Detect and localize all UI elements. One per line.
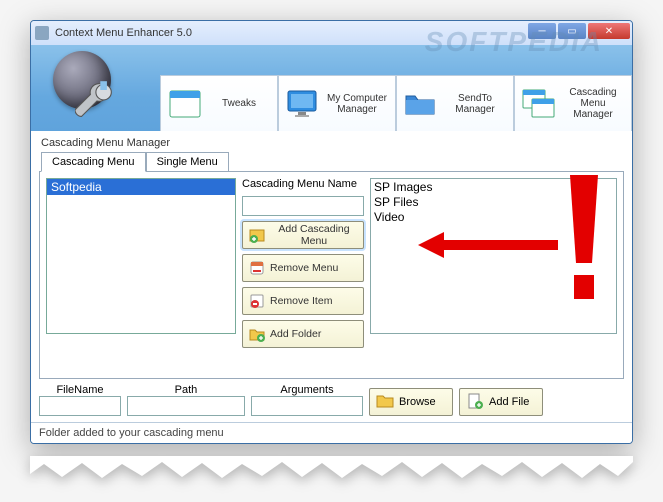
main-panel: Softpedia Cascading Menu Name Add Cascad… [39, 171, 624, 379]
tab-my-computer[interactable]: My Computer Manager [278, 75, 396, 131]
list-item[interactable]: SP Images [374, 180, 613, 195]
items-list[interactable]: SP Images SP Files Video [370, 178, 617, 334]
close-button[interactable]: ✕ [588, 23, 630, 39]
nav-tabs: Tweaks My Computer Manager SendTo Manage… [160, 75, 632, 131]
list-item[interactable]: SP Files [374, 195, 613, 210]
maximize-button[interactable]: ▭ [558, 23, 586, 39]
titlebar[interactable]: Context Menu Enhancer 5.0 ─ ▭ ✕ [31, 21, 632, 45]
subtab-cascading-menu[interactable]: Cascading Menu [41, 152, 146, 172]
folder-icon [403, 86, 439, 122]
cascading-menu-name-input[interactable] [242, 196, 364, 216]
arguments-label: Arguments [280, 384, 333, 396]
monitor-icon [285, 86, 321, 122]
add-cascading-menu-button[interactable]: Add Cascading Menu [242, 221, 364, 249]
folder-add-icon [248, 325, 266, 343]
cascading-windows-icon [521, 86, 557, 122]
filename-input[interactable] [39, 396, 121, 416]
add-file-button[interactable]: Add File [459, 388, 543, 416]
minimize-button[interactable]: ─ [528, 23, 556, 39]
browse-button[interactable]: Browse [369, 388, 453, 416]
tab-tweaks[interactable]: Tweaks [160, 75, 278, 131]
list-item[interactable]: Video [374, 210, 613, 225]
cascading-menu-list[interactable]: Softpedia [46, 178, 236, 334]
status-bar: Folder added to your cascading menu [31, 422, 632, 443]
tab-cascading[interactable]: Cascading Menu Manager [514, 75, 632, 131]
status-text: Folder added to your cascading menu [39, 427, 224, 439]
file-add-icon [466, 393, 484, 412]
remove-item-button[interactable]: Remove Item [242, 287, 364, 315]
remove-menu-button[interactable]: Remove Menu [242, 254, 364, 282]
add-folder-button[interactable]: Add Folder [242, 320, 364, 348]
add-icon [248, 226, 266, 244]
banner: Tweaks My Computer Manager SendTo Manage… [31, 45, 632, 131]
folder-icon [376, 393, 394, 412]
arguments-input[interactable] [251, 396, 363, 416]
section-title: Cascading Menu Manager [41, 137, 624, 149]
filename-label: FileName [56, 384, 103, 396]
subtab-single-menu[interactable]: Single Menu [146, 152, 229, 172]
window-title: Context Menu Enhancer 5.0 [55, 27, 192, 39]
path-label: Path [175, 384, 198, 396]
path-input[interactable] [127, 396, 245, 416]
remove-icon [248, 259, 266, 277]
torn-edge-decoration [30, 456, 633, 484]
remove-item-icon [248, 292, 266, 310]
wrench-icon [75, 79, 119, 123]
name-label: Cascading Menu Name [242, 178, 364, 190]
list-item[interactable]: Softpedia [47, 179, 235, 195]
tab-sendto[interactable]: SendTo Manager [396, 75, 514, 131]
app-icon [35, 26, 49, 40]
app-window: Context Menu Enhancer 5.0 ─ ▭ ✕ Tweaks M… [30, 20, 633, 444]
window-icon [167, 86, 203, 122]
